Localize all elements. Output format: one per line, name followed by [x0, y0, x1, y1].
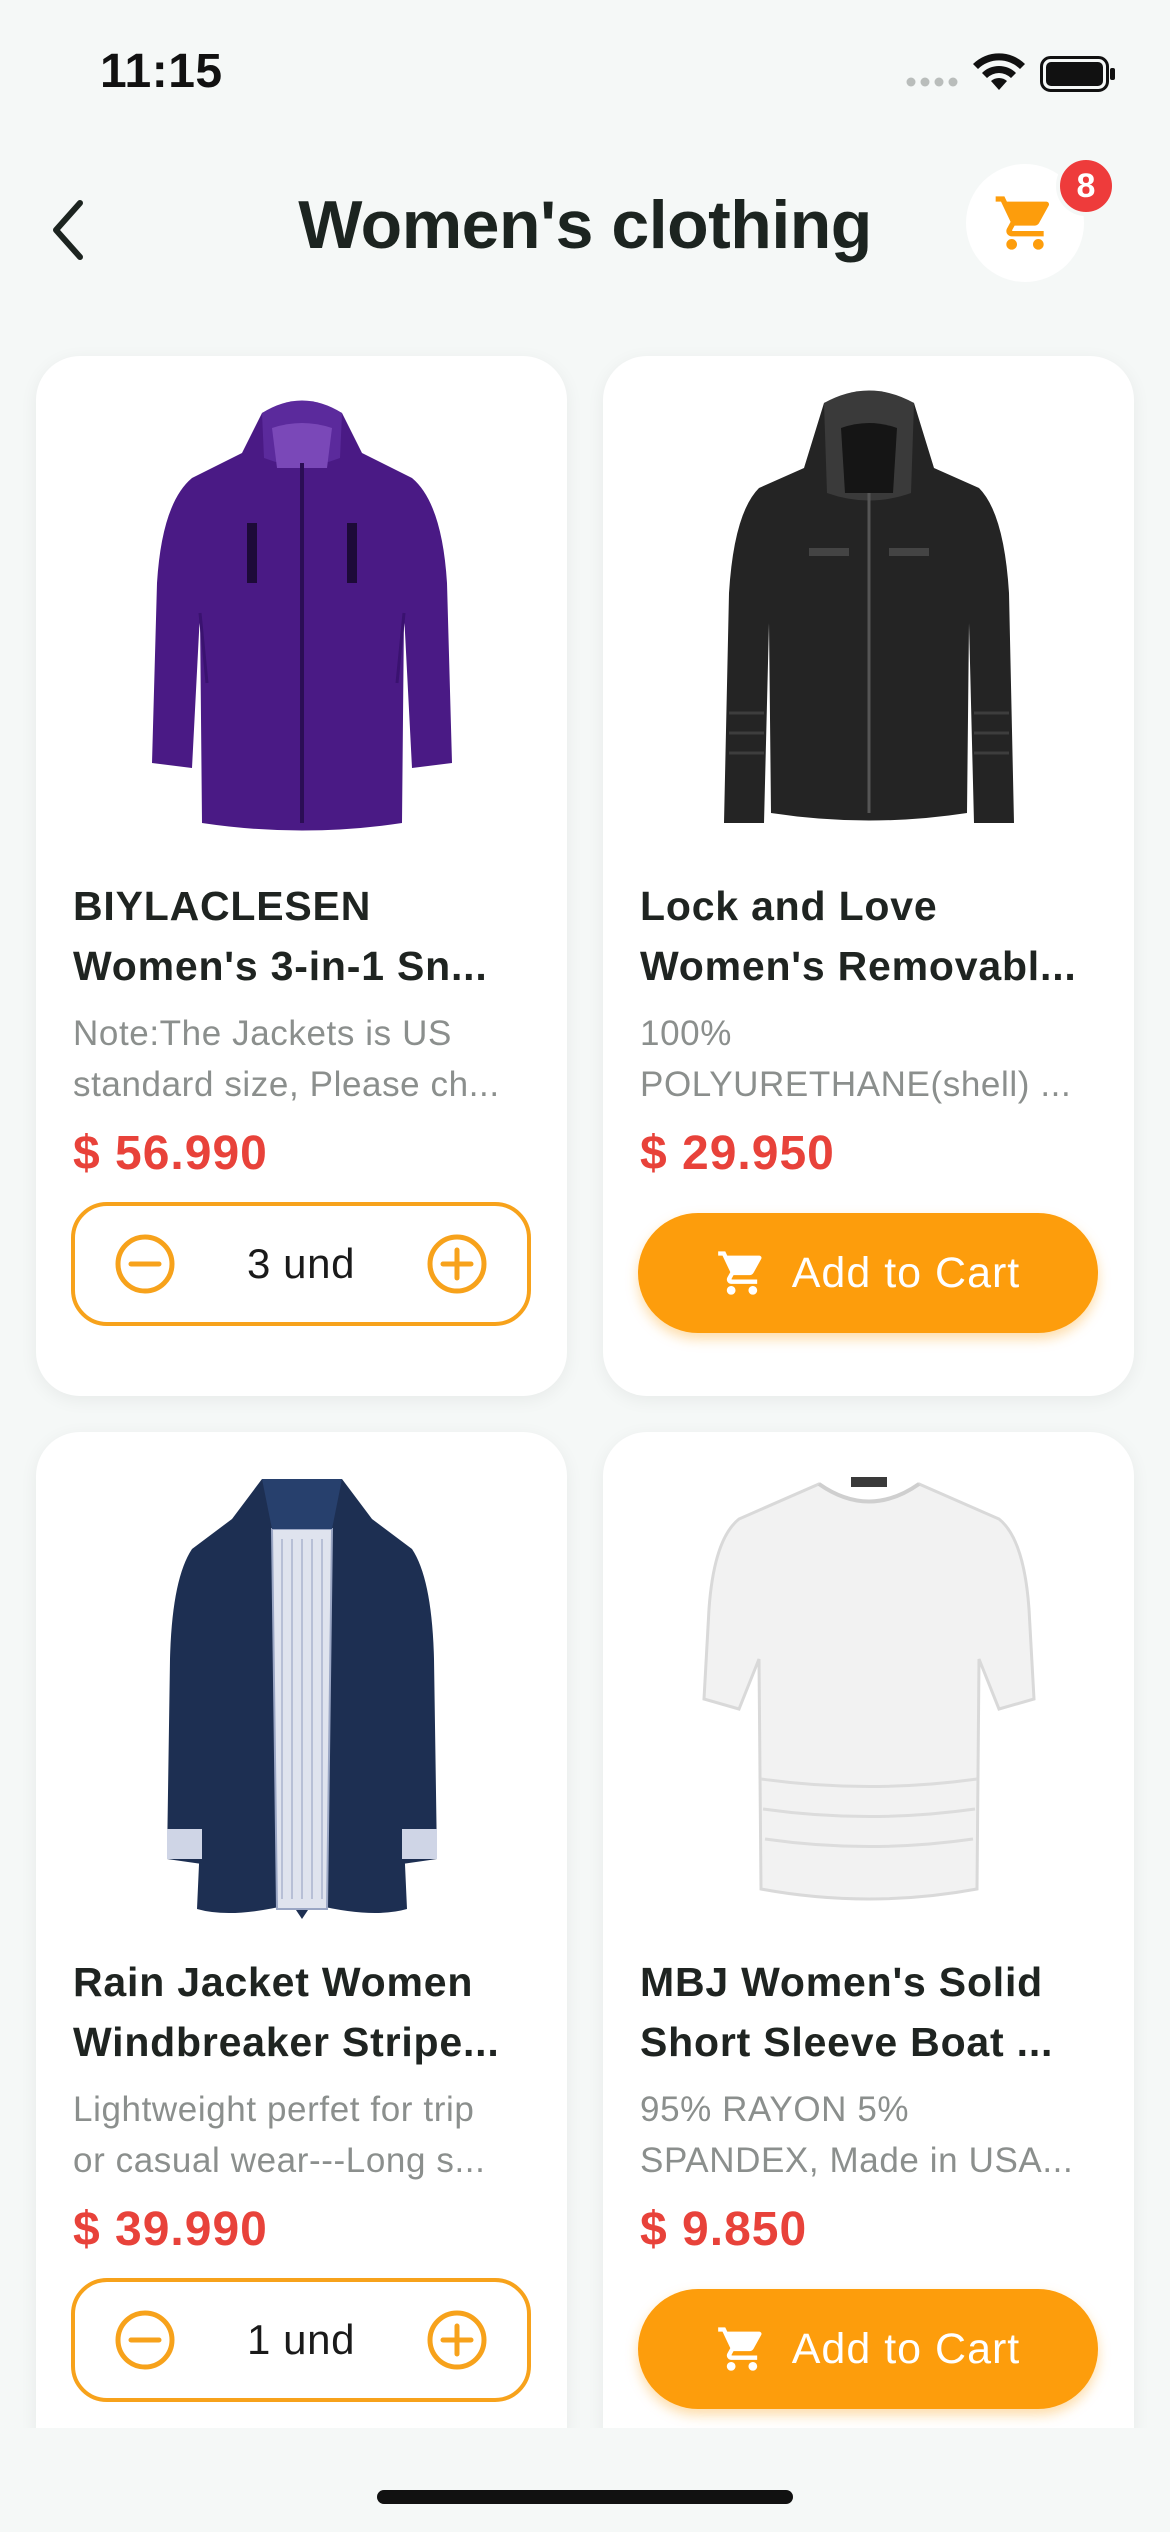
product-card[interactable]: Rain Jacket Women Windbreaker Stripe... … [36, 1432, 567, 2472]
product-card[interactable]: Lock and Love Women's Removabl... 100% P… [603, 356, 1134, 1396]
cart-count-badge: 8 [1056, 156, 1116, 216]
cart-icon [717, 1251, 762, 1295]
signal-icon [906, 77, 958, 87]
battery-icon [1040, 56, 1115, 92]
product-description-line-1: Lightweight perfet for trip [73, 2090, 475, 2129]
screen: 11:15 Women's clothing 8 BIYLACLESEN Wom… [0, 0, 1170, 2532]
product-description-line-2: POLYURETHANE(shell) ... [640, 1065, 1072, 1104]
product-image-purple-jacket[interactable] [36, 380, 567, 846]
home-indicator[interactable] [377, 2490, 793, 2504]
product-price: $ 39.990 [73, 2203, 268, 2256]
wifi-icon [973, 53, 1025, 90]
product-image-navy-rain-jacket[interactable] [36, 1456, 567, 1922]
product-title-line-2: Women's 3-in-1 Sn... [73, 943, 488, 989]
product-title: Rain Jacket Women Windbreaker Stripe... [73, 1952, 533, 2072]
product-title-line-1: Rain Jacket Women [73, 1959, 474, 2005]
product-description-line-2: or casual wear---Long s... [73, 2141, 486, 2180]
product-description-line-1: Note:The Jackets is US [73, 1014, 452, 1053]
add-to-cart-label: Add to Cart [791, 2324, 1021, 2373]
add-to-cart-button[interactable]: Add to Cart [638, 2289, 1098, 2409]
product-card[interactable]: BIYLACLESEN Women's 3-in-1 Sn... Note:Th… [36, 356, 567, 1396]
quantity-stepper: 1 und [71, 2278, 531, 2402]
product-title-line-1: BIYLACLESEN [73, 883, 372, 929]
header: Women's clothing 8 [0, 150, 1170, 310]
quantity-value: 3 und [246, 1240, 356, 1287]
product-description-line-1: 95% RAYON 5% [640, 2090, 910, 2129]
purple-jacket-image [151, 400, 452, 831]
product-title-line-1: MBJ Women's Solid [640, 1959, 1044, 2005]
product-image-white-top[interactable] [603, 1456, 1134, 1922]
add-to-cart-label: Add to Cart [791, 1248, 1021, 1297]
white-top-image [701, 1477, 1036, 1901]
minus-circle-icon[interactable] [114, 2309, 176, 2371]
quantity-stepper: 3 und [71, 1202, 531, 1326]
product-description-line-1: 100% [640, 1014, 732, 1053]
shopping-cart-icon [995, 196, 1050, 250]
product-title-line-2: Short Sleeve Boat ... [640, 2019, 1054, 2065]
product-title-line-1: Lock and Love [640, 883, 938, 929]
product-description: Lightweight perfet for trip or casual we… [73, 2084, 533, 2186]
plus-circle-icon[interactable] [426, 1233, 488, 1295]
product-description: 100% POLYURETHANE(shell) ... [640, 1008, 1100, 1110]
cart-icon [717, 2327, 762, 2371]
quantity-value: 1 und [246, 2316, 356, 2363]
add-to-cart-button[interactable]: Add to Cart [638, 1213, 1098, 1333]
product-title: Lock and Love Women's Removabl... [640, 876, 1100, 996]
bottom-safe-area [0, 2428, 1170, 2532]
minus-circle-icon[interactable] [114, 1233, 176, 1295]
product-title: MBJ Women's Solid Short Sleeve Boat ... [640, 1952, 1100, 2072]
product-description-line-2: SPANDEX, Made in USA... [640, 2141, 1074, 2180]
product-price: $ 56.990 [73, 1127, 268, 1180]
status-bar: 11:15 [0, 0, 1170, 150]
navy-jacket-image [166, 1479, 437, 1919]
product-title-line-2: Windbreaker Stripe... [73, 2019, 500, 2065]
product-image-black-leather-jacket[interactable] [603, 380, 1134, 846]
product-price: $ 29.950 [640, 1127, 835, 1180]
product-title: BIYLACLESEN Women's 3-in-1 Sn... [73, 876, 533, 996]
product-price: $ 9.850 [640, 2203, 808, 2256]
product-description: Note:The Jackets is US standard size, Pl… [73, 1008, 533, 1110]
status-time: 11:15 [100, 45, 223, 98]
product-description: 95% RAYON 5% SPANDEX, Made in USA... [640, 2084, 1100, 2186]
product-card[interactable]: MBJ Women's Solid Short Sleeve Boat ... … [603, 1432, 1134, 2472]
product-description-line-2: standard size, Please ch... [73, 1065, 500, 1104]
product-title-line-2: Women's Removabl... [640, 943, 1077, 989]
plus-circle-icon[interactable] [426, 2309, 488, 2371]
black-jacket-image [723, 390, 1014, 823]
